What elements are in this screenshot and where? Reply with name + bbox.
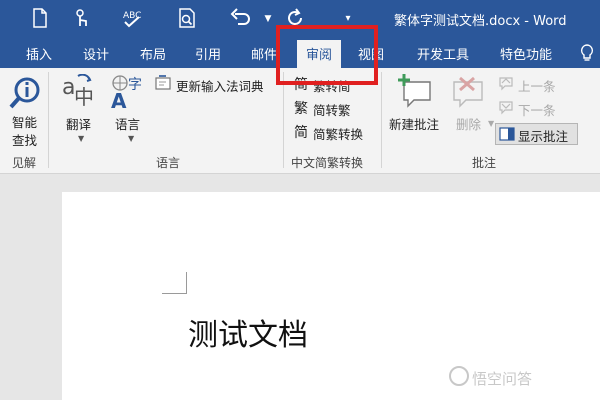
simp-to-trad-button[interactable]: 简转繁 <box>313 100 351 119</box>
chevron-down-icon[interactable]: ▼ <box>78 134 84 143</box>
language-icon[interactable]: 字A <box>108 74 148 114</box>
smart-lookup-icon[interactable] <box>8 76 42 114</box>
highlight-annotation <box>276 25 378 85</box>
group-label-comments: 批注 <box>472 156 497 170</box>
tab-design[interactable]: 设计 <box>83 44 109 63</box>
simp-trad-convert-button[interactable]: 简繁转换 <box>313 124 363 143</box>
language-label[interactable]: 语言 <box>115 114 140 133</box>
new-comment-button[interactable]: 新建批注 <box>389 114 439 133</box>
watermark: 悟空问答 <box>472 370 533 388</box>
chevron-down-icon[interactable]: ▼ <box>488 119 494 128</box>
simp-trad-convert-icon: 简 <box>294 125 308 141</box>
simp-to-trad-icon: 繁 <box>294 101 308 117</box>
next-comment-button[interactable]: 下一条 <box>518 100 556 119</box>
tab-special-features[interactable]: 特色功能 <box>500 44 552 63</box>
touch-mode-icon[interactable] <box>70 8 94 30</box>
chevron-down-icon[interactable]: ▼ <box>128 134 134 143</box>
group-label-chinese-conversion: 中文简繁转换 <box>291 156 364 170</box>
margin-marker <box>186 272 187 294</box>
print-preview-icon[interactable] <box>175 8 199 30</box>
lightbulb-icon[interactable] <box>580 44 594 66</box>
spelling-grammar-icon[interactable]: ABC <box>120 8 144 30</box>
translate-label[interactable]: 翻译 <box>66 114 91 133</box>
window-title: 繁体字测试文档.docx - Word <box>394 14 567 29</box>
tab-layout[interactable]: 布局 <box>140 44 166 63</box>
tab-mailings[interactable]: 邮件 <box>251 44 277 63</box>
svg-text:中: 中 <box>74 85 94 109</box>
new-document-icon[interactable] <box>28 8 52 30</box>
smart-lookup-line2[interactable]: 查找 <box>12 130 37 149</box>
delete-comment-button[interactable]: 删除 <box>456 114 481 133</box>
undo-icon[interactable] <box>228 8 252 30</box>
update-ime-dictionary-button[interactable]: 更新输入法词典 <box>176 76 264 95</box>
translate-icon[interactable]: a中 <box>60 73 100 114</box>
previous-comment-icon[interactable] <box>498 76 516 96</box>
group-label-language: 语言 <box>156 156 181 170</box>
watermark-logo-icon <box>449 366 469 386</box>
delete-comment-icon[interactable] <box>450 74 488 112</box>
new-comment-icon[interactable] <box>396 74 434 112</box>
tab-developer[interactable]: 开发工具 <box>417 44 469 63</box>
svg-text:A: A <box>111 89 127 110</box>
group-label-insights: 见解 <box>12 156 37 170</box>
update-ime-dictionary-icon[interactable] <box>155 75 173 95</box>
group-separator <box>381 72 382 168</box>
next-comment-icon[interactable] <box>498 100 516 120</box>
group-separator <box>48 72 49 168</box>
group-separator <box>283 72 284 168</box>
show-comments-toggle[interactable]: 显示批注 <box>495 123 578 145</box>
document-text[interactable]: 测试文档 <box>188 310 308 354</box>
smart-lookup-line1[interactable]: 智能 <box>12 112 37 131</box>
tab-references[interactable]: 引用 <box>195 44 221 63</box>
svg-text:字: 字 <box>128 77 142 93</box>
tab-insert[interactable]: 插入 <box>26 44 52 63</box>
previous-comment-button[interactable]: 上一条 <box>518 76 556 95</box>
svg-text:ABC: ABC <box>123 11 141 21</box>
show-comments-label: 显示批注 <box>518 129 569 144</box>
margin-marker <box>162 293 187 294</box>
